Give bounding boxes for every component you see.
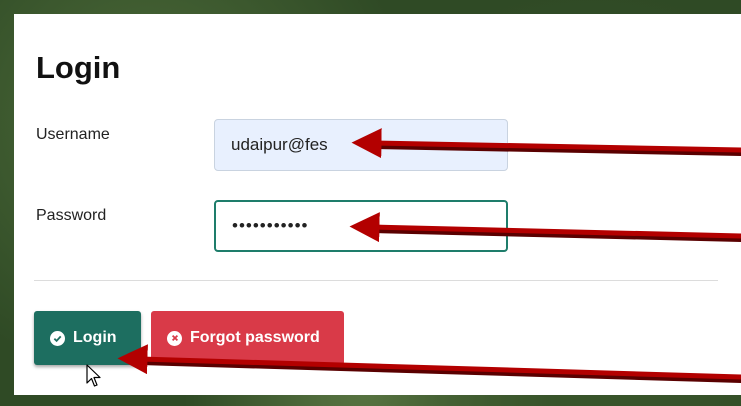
username-input[interactable]: [214, 119, 508, 171]
forgot-password-label: Forgot password: [190, 329, 320, 346]
login-button-label: Login: [73, 329, 117, 346]
mouse-pointer-icon: [86, 364, 101, 387]
x-circle-icon: [167, 330, 182, 346]
login-button[interactable]: Login: [34, 311, 141, 365]
check-circle-icon: [50, 330, 65, 346]
password-label: Password: [36, 207, 107, 224]
password-input[interactable]: [214, 200, 508, 252]
forgot-password-button[interactable]: Forgot password: [151, 311, 344, 365]
page-title: Login: [36, 50, 121, 85]
divider: [34, 280, 718, 281]
username-label: Username: [36, 126, 110, 143]
login-panel: Login Username Password Login Forgot pas…: [14, 14, 741, 395]
